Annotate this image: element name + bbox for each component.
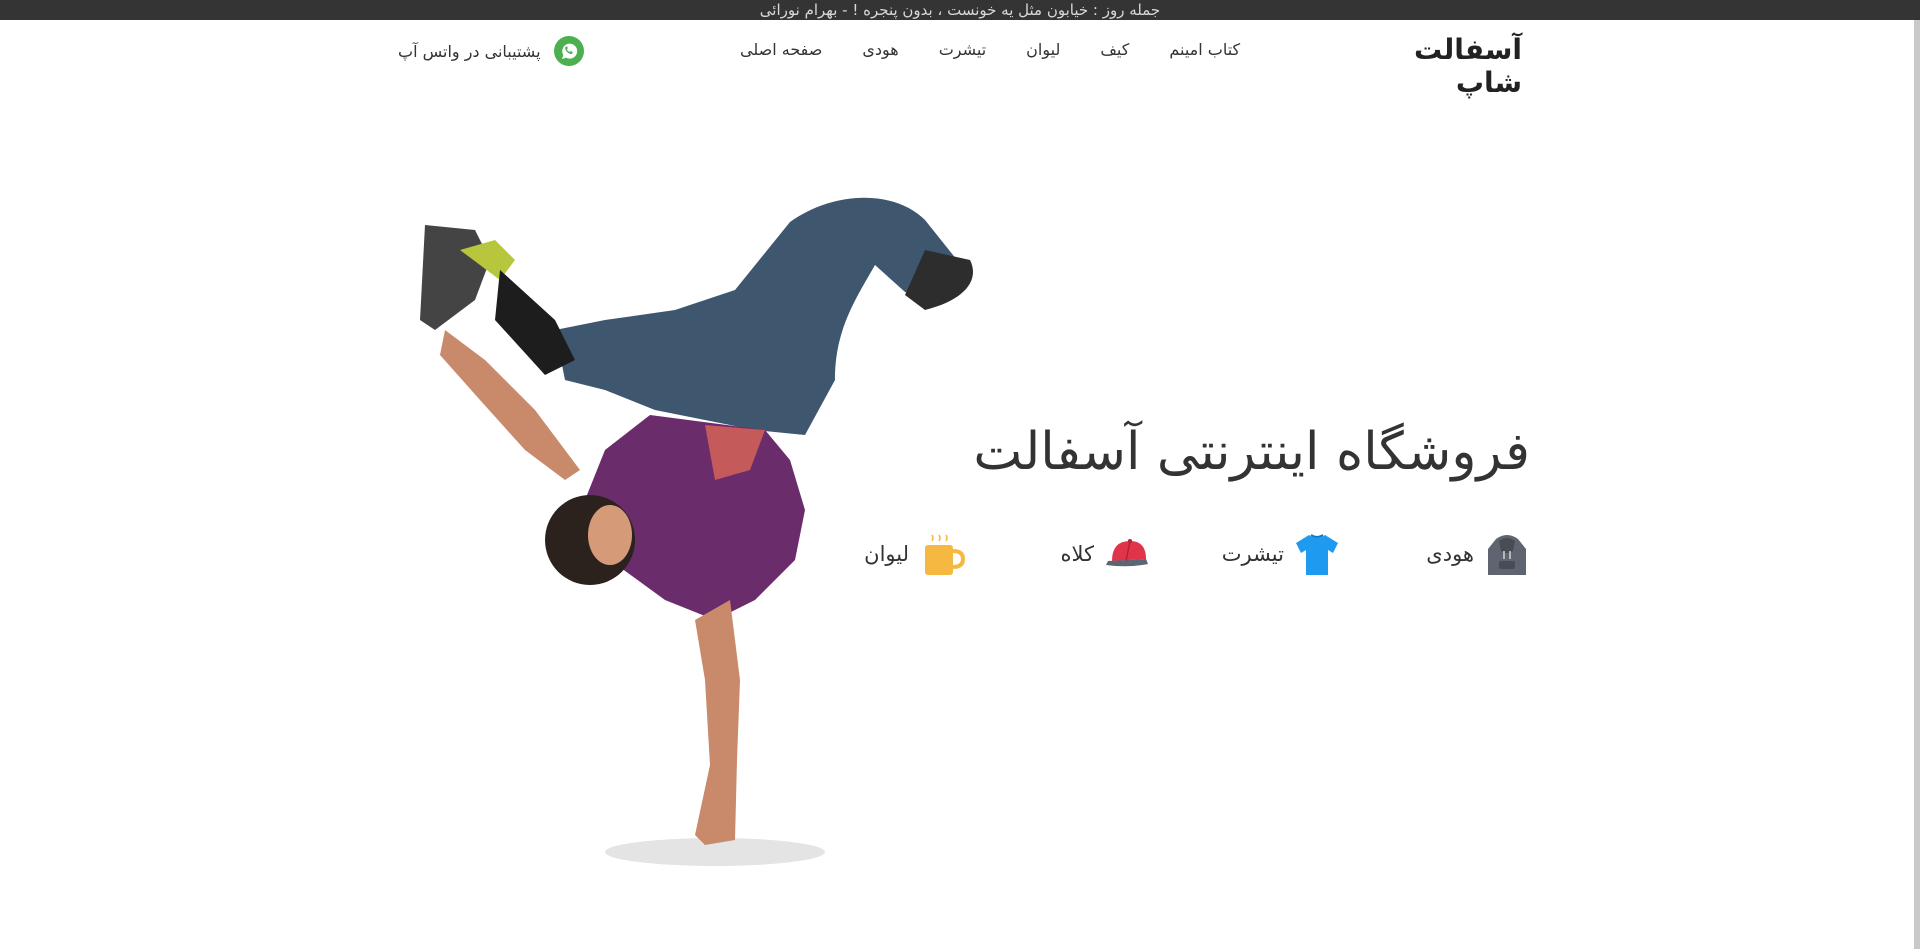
category-label: هودی [1426,542,1474,566]
quote-of-the-day-bar: جمله روز : خیابون مثل یه خونست ، بدون پن… [0,0,1920,20]
category-label: لیوان [864,542,909,566]
main-nav: صفحه اصلی هودی تیشرت لیوان کیف کتاب امین… [700,40,1240,64]
scrollbar-thumb[interactable] [1914,20,1920,949]
support-label: پشتیبانی در واتس آپ [398,41,541,61]
nav-item-tshirt[interactable]: تیشرت [939,40,986,64]
tshirt-icon [1296,534,1338,575]
mug-icon [925,534,965,575]
category-label: تیشرت [1221,542,1284,566]
category-tshirt[interactable]: تیشرت [1222,530,1340,578]
category-mug[interactable]: لیوان [864,530,965,578]
nav-item-mug[interactable]: لیوان [1026,40,1060,64]
nav-item-home[interactable]: صفحه اصلی [740,40,822,64]
site-logo[interactable]: آسفالت شاپ [1352,33,1522,99]
scrollbar[interactable] [1914,20,1920,949]
category-cap[interactable]: کلاه [1060,530,1150,578]
category-hoodie[interactable]: هودی [1426,530,1530,578]
category-list: هودی تیشرت کلاه لیوان [840,530,1530,580]
hero-title: فروشگاه اینترنتی آسفالت [973,422,1530,482]
category-label: کلاه [1060,542,1094,566]
whatsapp-icon [553,36,584,66]
nav-item-hoodie[interactable]: هودی [862,40,898,64]
cap-icon [1106,539,1148,567]
hoodie-icon [1488,535,1526,575]
quote-text: جمله روز : خیابون مثل یه خونست ، بدون پن… [759,1,1161,19]
nav-item-bag[interactable]: کیف [1100,40,1129,64]
nav-item-eminem-book[interactable]: کتاب امینم [1169,40,1240,64]
whatsapp-support-link[interactable]: پشتیبانی در واتس آپ [398,34,585,68]
